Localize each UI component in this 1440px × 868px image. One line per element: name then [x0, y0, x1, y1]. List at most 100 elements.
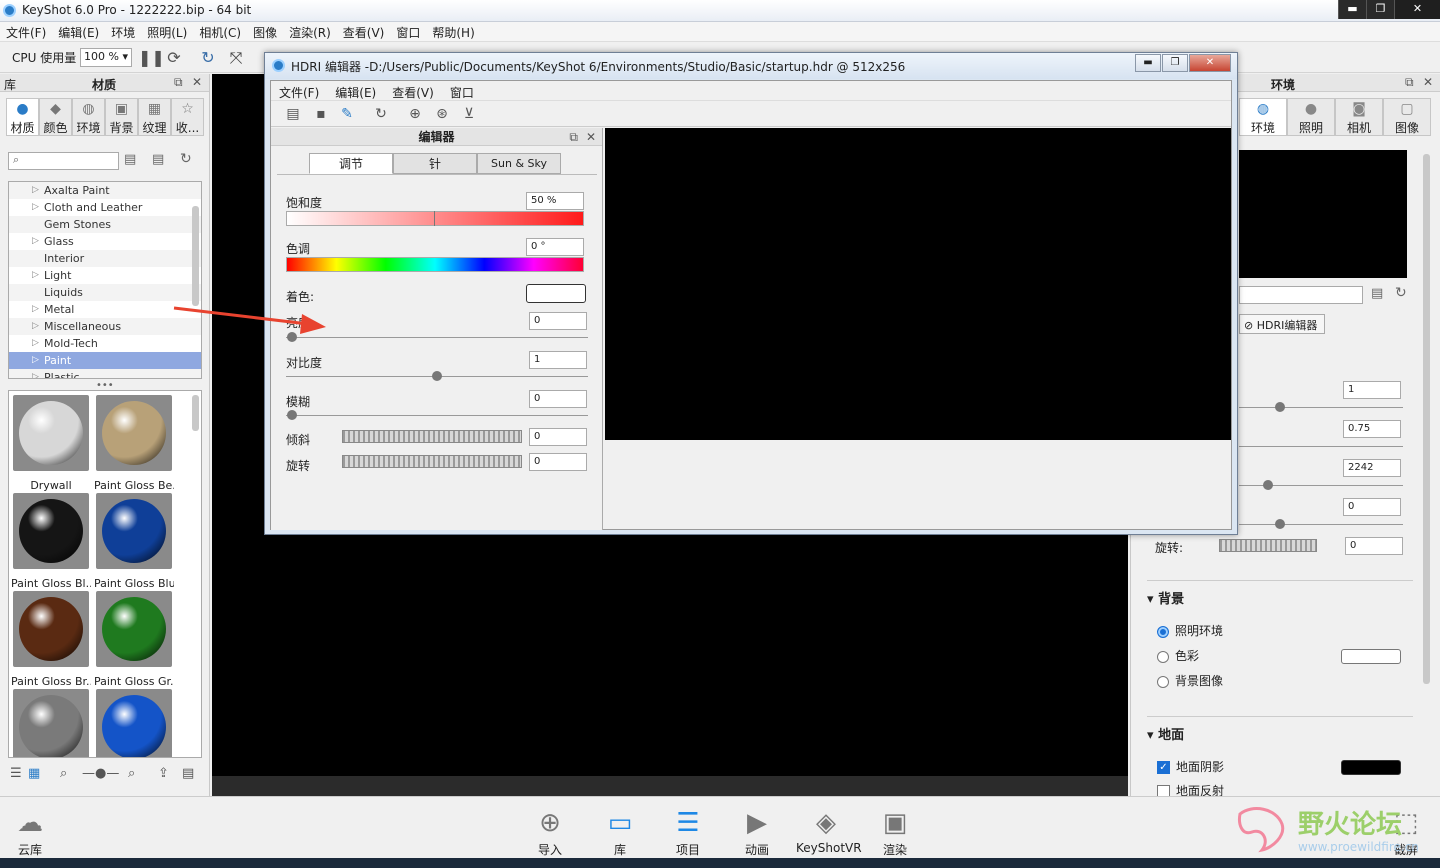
brightness-field[interactable]: 0 — [529, 312, 587, 330]
contrast-slider-knob[interactable] — [432, 371, 442, 381]
tab-backgrounds[interactable]: ▣ 背景 — [105, 98, 138, 136]
render-button[interactable]: ▣ 渲染 — [865, 805, 925, 858]
hdri-preview-canvas[interactable] — [605, 128, 1231, 440]
tree-item[interactable]: Interior — [9, 250, 201, 267]
tree-scrollbar[interactable] — [192, 206, 199, 306]
dialog-menu-view[interactable]: 查看(V) — [384, 81, 442, 100]
saturation-marker[interactable] — [434, 211, 435, 226]
export-icon[interactable]: ⊻ — [459, 104, 479, 124]
saturation-field[interactable]: 50 % — [526, 192, 584, 210]
float-icon[interactable]: ⧉ — [174, 75, 183, 90]
zoom-in-icon[interactable]: ⌕ — [128, 766, 135, 781]
menu-view[interactable]: 查看(V) — [337, 22, 391, 41]
rotate-wheel[interactable] — [342, 455, 522, 468]
rotation-wheel[interactable] — [1219, 539, 1317, 552]
folder-icon[interactable]: ▤ — [152, 152, 164, 167]
add-pin-icon[interactable]: ⊕ — [405, 104, 425, 124]
cloud-library-button[interactable]: ☁ 云库 — [0, 805, 60, 858]
dialog-close-button[interactable]: ✕ — [1189, 54, 1231, 72]
cpu-usage-select[interactable]: 100 % ▾ — [80, 48, 132, 67]
keyshotvr-button[interactable]: ◈ KeyShotVR — [796, 805, 862, 855]
ground-reflection-checkbox[interactable]: 地面反射 — [1157, 782, 1224, 796]
tint-color-swatch[interactable] — [526, 284, 586, 303]
close-button[interactable]: ✕ — [1394, 0, 1440, 19]
bg-option-color[interactable]: 色彩 — [1157, 647, 1199, 664]
tree-item[interactable]: Gem Stones — [9, 216, 201, 233]
dialog-minimize-button[interactable]: ▬ — [1135, 54, 1161, 72]
menu-window[interactable]: 窗口 — [390, 22, 426, 41]
tab-textures[interactable]: ▦ 纹理 — [138, 98, 171, 136]
env-scrollbar[interactable] — [1423, 154, 1430, 684]
maximize-button[interactable]: ❐ — [1366, 0, 1394, 19]
brightness-slider-knob[interactable] — [1275, 402, 1285, 412]
refresh-icon[interactable]: ↻ — [180, 151, 192, 167]
menu-edit[interactable]: 编辑(E) — [52, 22, 105, 41]
tree-item[interactable]: ▷ Glass — [9, 233, 201, 250]
material-thumb[interactable] — [94, 689, 174, 757]
blur-slider-knob[interactable] — [287, 410, 297, 420]
dialog-menu-window[interactable]: 窗口 — [442, 81, 482, 100]
bg-option-image[interactable]: 背景图像 — [1157, 672, 1223, 689]
shadow-color-swatch[interactable] — [1341, 760, 1401, 775]
menu-file[interactable]: 文件(F) — [0, 22, 52, 41]
open-folder-icon[interactable]: ▤ — [283, 104, 303, 124]
dialog-menu-edit[interactable]: 编辑(E) — [327, 81, 384, 100]
library-search-input[interactable]: ⌕ — [8, 152, 119, 170]
tilt-wheel[interactable] — [342, 430, 522, 443]
tab-image[interactable]: ▢ 图像 — [1383, 98, 1431, 136]
dialog-title-bar[interactable]: HDRI 编辑器 -D:/Users/Public/Documents/KeyS… — [265, 53, 1237, 79]
zoom-out-icon[interactable]: ⌕ — [60, 766, 67, 781]
tree-item[interactable]: ▷ Axalta Paint — [9, 182, 201, 199]
tree-item[interactable]: ▷ Cloth and Leather — [9, 199, 201, 216]
tab-environments[interactable]: ◍ 环境 — [72, 98, 105, 136]
add-folder-icon[interactable]: ▤ — [124, 152, 136, 167]
menu-environment[interactable]: 环境 — [105, 22, 141, 41]
fit-icon[interactable]: ⤧ — [226, 48, 246, 68]
hdri-editor-button[interactable]: ⊘ HDRI编辑器 — [1239, 314, 1325, 334]
tab-environment[interactable]: ◍ 环境 — [1239, 98, 1287, 136]
material-thumb[interactable]: Paint Gloss Blue — [94, 493, 174, 590]
list-view-icon[interactable]: ☰ — [10, 766, 22, 781]
bg-color-swatch[interactable] — [1341, 649, 1401, 664]
panel-close-icon[interactable]: ✕ — [192, 75, 202, 89]
material-thumb[interactable]: Paint Gloss Br... — [11, 591, 91, 688]
refresh-icon[interactable]: ↻ — [371, 104, 391, 124]
minimize-button[interactable]: ▬ — [1338, 0, 1366, 19]
dialog-maximize-button[interactable]: ❐ — [1162, 54, 1188, 72]
menu-image[interactable]: 图像 — [247, 22, 283, 41]
pause-icon[interactable]: ❚❚ — [138, 48, 165, 68]
ground-section-title[interactable]: ▾ 地面 — [1147, 724, 1184, 743]
material-thumb[interactable]: Paint Gloss Gr... — [94, 591, 174, 688]
hue-field[interactable]: 0 ° — [526, 238, 584, 256]
performance-icon[interactable]: ⟳ — [164, 48, 184, 68]
height-slider-knob[interactable] — [1275, 519, 1285, 529]
background-section-title[interactable]: ▾ 背景 — [1147, 588, 1184, 607]
material-thumb[interactable] — [11, 689, 91, 757]
pencil-icon[interactable]: ✎ — [337, 104, 357, 124]
rotate-field[interactable]: 0 — [529, 453, 587, 471]
import-button[interactable]: ⊕ 导入 — [520, 805, 580, 858]
folder-icon[interactable]: ▤ — [1371, 286, 1383, 301]
tab-materials[interactable]: ● 材质 — [6, 98, 39, 136]
size-slider-knob[interactable] — [1263, 480, 1273, 490]
material-thumb[interactable]: Paint Gloss Bl... — [11, 493, 91, 590]
material-thumb[interactable]: Drywall — [11, 395, 91, 492]
saturation-gradient[interactable] — [286, 211, 584, 226]
tab-favorites[interactable]: ☆ 收... — [171, 98, 204, 136]
tab-sun-sky[interactable]: Sun & Sky — [477, 153, 561, 174]
upload-icon[interactable]: ⇪ — [158, 766, 169, 781]
contrast-field[interactable]: 1 — [529, 351, 587, 369]
material-thumb[interactable]: Paint Gloss Be... — [94, 395, 174, 492]
tab-pins[interactable]: 针 — [393, 153, 477, 174]
contrast-field[interactable]: 0.75 — [1343, 420, 1401, 438]
thumb-size-slider[interactable]: —●— — [82, 766, 119, 781]
brightness-field[interactable]: 1 — [1343, 381, 1401, 399]
tree-item[interactable]: ▷ Plastic — [9, 369, 201, 378]
refresh-icon[interactable]: ↻ — [198, 48, 218, 68]
dialog-menu-file[interactable]: 文件(F) — [271, 81, 327, 100]
save-icon[interactable]: ▪ — [311, 104, 331, 124]
tree-item[interactable]: ▷ Light — [9, 267, 201, 284]
menu-help[interactable]: 帮助(H) — [426, 22, 480, 41]
tilt-field[interactable]: 0 — [529, 428, 587, 446]
hue-gradient[interactable] — [286, 257, 584, 272]
